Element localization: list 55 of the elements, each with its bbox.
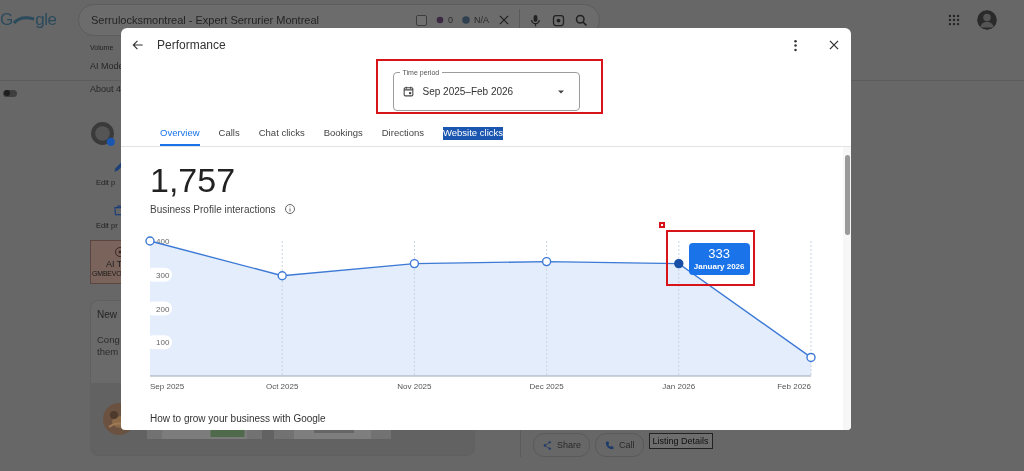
total-number: 1,757 xyxy=(149,163,237,197)
calendar-icon xyxy=(401,85,415,98)
back-arrow-icon[interactable] xyxy=(131,38,145,52)
tab[interactable]: Calls xyxy=(218,120,240,146)
tab[interactable]: Chat clicks xyxy=(258,120,305,146)
x-tick-label: Dec 2025 xyxy=(529,382,564,391)
tooltip-value: 333 xyxy=(707,245,731,261)
share-icon xyxy=(542,439,553,451)
x-tick-label: Sep 2025 xyxy=(150,382,185,391)
x-tick-label: Feb 2026 xyxy=(777,382,811,391)
dot-icon xyxy=(434,15,445,25)
tab[interactable]: Directions xyxy=(381,120,424,146)
coin-icon xyxy=(461,15,471,25)
y-tick-label: 300 xyxy=(156,270,170,280)
metric-label: Business Profile interactions xyxy=(150,203,276,215)
logo-swoosh-icon xyxy=(13,15,36,25)
card-text: Cong xyxy=(97,334,120,346)
field-value: Sep 2025–Feb 2026 xyxy=(422,86,514,97)
data-point[interactable] xyxy=(145,236,155,246)
scrollbar[interactable] xyxy=(843,147,851,430)
x-tick-label: Nov 2025 xyxy=(397,382,432,391)
toggle-switch[interactable] xyxy=(3,89,17,97)
listing-details-button[interactable]: Listing Details xyxy=(648,433,713,449)
checkbox[interactable] xyxy=(415,14,427,26)
data-point[interactable] xyxy=(277,271,287,281)
tab[interactable]: Overview xyxy=(160,120,200,146)
section-title: How to grow your business with Google xyxy=(149,413,327,424)
microphone-icon[interactable] xyxy=(528,12,543,28)
logo-text: gle xyxy=(35,10,57,30)
y-tick-label: 200 xyxy=(156,304,170,314)
data-point[interactable] xyxy=(674,258,684,269)
dialog-title: Performance xyxy=(157,38,226,52)
phone-icon xyxy=(604,439,616,451)
data-point[interactable] xyxy=(806,352,816,363)
value-label: N/A xyxy=(474,15,489,25)
x-tick-label: Oct 2025 xyxy=(265,382,299,391)
profile-badge-icon xyxy=(90,121,115,146)
camera-icon[interactable] xyxy=(551,12,566,28)
tab[interactable]: Website clicks xyxy=(443,126,503,140)
tooltip-label: January 2026 xyxy=(693,260,745,272)
tab[interactable]: Bookings xyxy=(323,120,363,146)
data-point[interactable] xyxy=(409,258,420,269)
logo-letter: G xyxy=(0,10,14,30)
close-icon[interactable] xyxy=(827,38,841,52)
search-query: Serrulocksmontreal - Expert Serrurier Montreal xyxy=(91,14,320,26)
y-tick-label: 100 xyxy=(156,338,170,348)
x-tick-label: Jan 2026 xyxy=(662,382,696,391)
card-title: New xyxy=(97,309,117,320)
search-icon[interactable] xyxy=(574,12,589,28)
apps-grid-icon[interactable] xyxy=(947,13,961,27)
info-icon[interactable] xyxy=(283,203,296,215)
data-point[interactable] xyxy=(541,256,552,267)
highlight-marker xyxy=(658,221,665,228)
scrollbar-thumb[interactable] xyxy=(845,155,850,235)
avatar-icon[interactable] xyxy=(977,10,997,30)
